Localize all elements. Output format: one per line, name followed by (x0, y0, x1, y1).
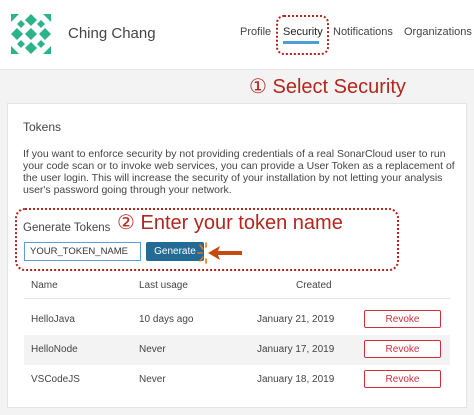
tokens-description: If you want to enforce security by not p… (23, 148, 455, 196)
column-header-last-usage: Last usage (139, 280, 188, 291)
tab-profile[interactable]: Profile (240, 26, 271, 38)
user-name: Ching Chang (68, 25, 156, 42)
column-header-name: Name (31, 280, 58, 291)
top-header: Ching Chang Profile Security Notificatio… (0, 0, 474, 70)
token-name-cell: HelloJava (31, 314, 75, 325)
tokens-title: Tokens (23, 120, 62, 134)
security-tab-highlight (276, 15, 329, 55)
revoke-button[interactable]: Revoke (364, 340, 441, 358)
token-name-input[interactable] (24, 242, 141, 261)
last-usage-cell: Never (139, 374, 166, 385)
table-row: HelloNode Never January 17, 2019 Revoke (24, 335, 450, 365)
last-usage-cell: Never (139, 344, 166, 355)
column-header-created: Created (296, 280, 332, 291)
table-header-divider (24, 298, 450, 299)
revoke-button[interactable]: Revoke (364, 310, 441, 328)
token-name-cell: HelloNode (31, 344, 78, 355)
tab-notifications[interactable]: Notifications (333, 26, 393, 38)
step1-annotation: ① Select Security (249, 76, 406, 98)
step2-annotation: ② Enter your token name (117, 212, 343, 234)
table-row: HelloJava 10 days ago January 21, 2019 R… (24, 305, 450, 335)
identicon-avatar-icon[interactable] (9, 12, 53, 56)
token-name-cell: VSCodeJS (31, 374, 80, 385)
revoke-button[interactable]: Revoke (364, 370, 441, 388)
created-cell: January 18, 2019 (257, 374, 335, 385)
generate-tokens-title: Generate Tokens (23, 222, 111, 234)
click-arrow-icon (197, 242, 242, 264)
table-row: VSCodeJS Never January 18, 2019 Revoke (24, 365, 450, 395)
created-cell: January 21, 2019 (257, 314, 335, 325)
last-usage-cell: 10 days ago (139, 314, 194, 325)
tab-organizations[interactable]: Organizations (404, 26, 472, 38)
created-cell: January 17, 2019 (257, 344, 335, 355)
